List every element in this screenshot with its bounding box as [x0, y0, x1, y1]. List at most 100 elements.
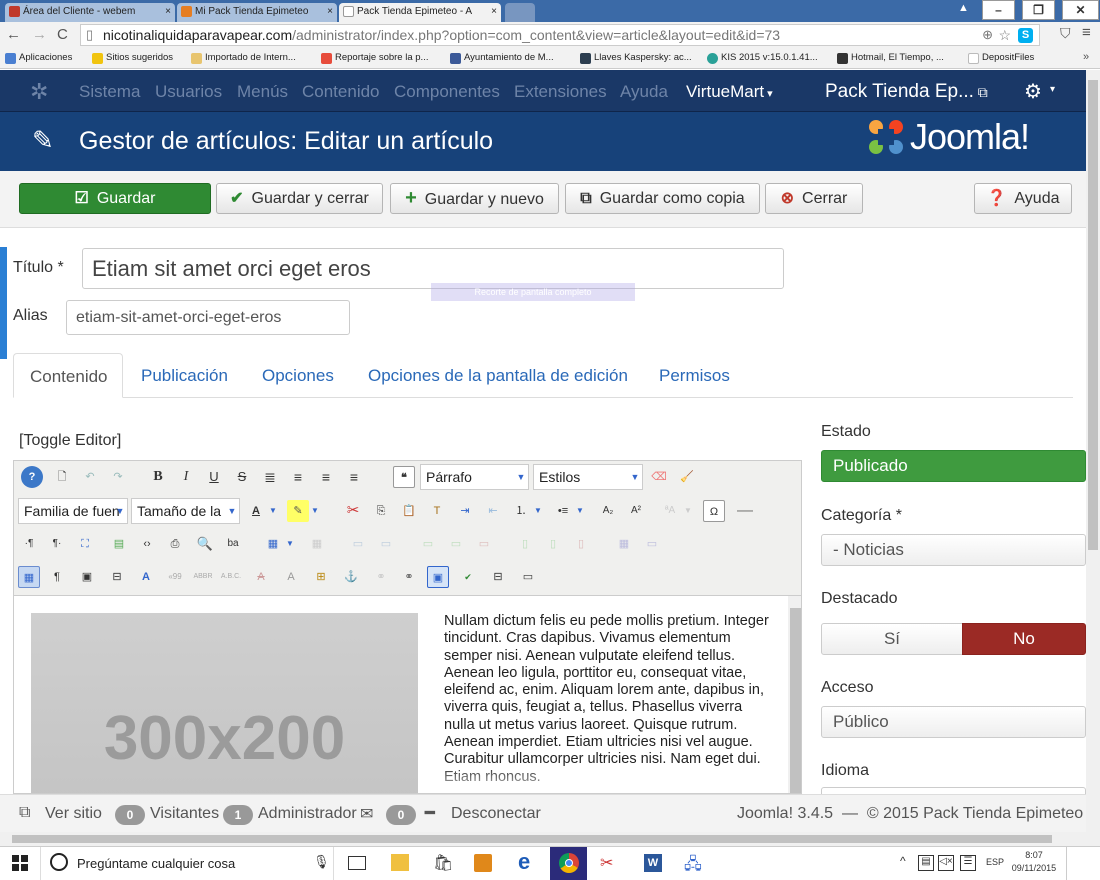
insert-layer-icon[interactable]: ▣	[76, 566, 98, 588]
acceso-select[interactable]: Público	[821, 706, 1086, 738]
new-document-icon[interactable]: 🗋	[51, 466, 73, 488]
url-field[interactable]: ▯ nicotinaliquidaparavapear.com/administ…	[80, 24, 1040, 46]
eraser-icon[interactable]: ⌫	[648, 466, 670, 488]
windows-start-icon[interactable]	[12, 855, 28, 871]
bookmark-item[interactable]: Importado de Intern...	[191, 52, 296, 64]
save-copy-button[interactable]: ⧉ Guardar como copia	[565, 183, 760, 214]
tab-permisos[interactable]: Permisos	[659, 366, 730, 386]
underline-icon[interactable]: U	[203, 466, 225, 488]
editor-scroll-thumb[interactable]	[790, 608, 801, 793]
destacado-si-button[interactable]: Sí	[821, 623, 963, 655]
readmore-icon[interactable]: ▭	[517, 566, 539, 588]
chrome-taskbar-button[interactable]	[550, 847, 587, 880]
numbered-list-icon[interactable]: ⒈	[510, 500, 532, 522]
align-justify-icon[interactable]: ≣	[259, 466, 281, 488]
file-explorer-icon[interactable]	[391, 854, 409, 871]
format-select[interactable]: Párrafo ▼	[420, 464, 529, 490]
menu-icon[interactable]: ≡	[1082, 24, 1091, 41]
align-right-icon[interactable]: ≡	[343, 466, 365, 488]
edge-icon[interactable]: e	[518, 849, 530, 875]
ins-icon[interactable]: A	[280, 566, 302, 588]
editor-content[interactable]: 300x200 Nullam dictum felis eu pede moll…	[13, 596, 802, 794]
browser-tab-2[interactable]: Mi Pack Tienda Epimeteo ×	[177, 3, 337, 22]
restore-button[interactable]: ❐	[1022, 0, 1055, 20]
fullscreen-icon[interactable]: ⛶	[74, 533, 96, 555]
logout-link[interactable]: Desconectar	[451, 805, 541, 823]
text-color-icon[interactable]: A	[245, 500, 267, 522]
pagebreak-icon[interactable]: ⊟	[487, 566, 509, 588]
bookmark-item[interactable]: Reportaje sobre la p...	[321, 52, 428, 64]
tray-arrow-icon[interactable]: ^	[900, 854, 906, 868]
highlight-icon[interactable]: ✎	[287, 500, 309, 522]
joomla-logo-icon[interactable]: ✲	[30, 79, 48, 105]
bold-icon[interactable]: B	[147, 466, 169, 488]
toggle-editor-link[interactable]: [Toggle Editor]	[19, 432, 121, 450]
undo-icon[interactable]: ↶	[79, 466, 101, 488]
categoria-select[interactable]: - Noticias	[821, 534, 1086, 566]
acronym-icon[interactable]: A.B.C.	[220, 566, 242, 588]
action-center-icon[interactable]	[1066, 847, 1100, 880]
task-view-icon[interactable]	[348, 856, 366, 870]
editor-scrollbar[interactable]	[788, 596, 801, 793]
more-bookmarks-icon[interactable]: »	[1083, 51, 1089, 63]
blockquote-icon[interactable]: ❝	[393, 466, 415, 488]
gear-icon[interactable]: ⚙	[1024, 79, 1042, 104]
cut-icon[interactable]: ✂	[342, 500, 364, 522]
zoom-icon[interactable]: ⊕	[982, 25, 993, 45]
clock[interactable]: 8:07 09/11/2015	[1010, 849, 1058, 875]
nav-componentes[interactable]: Componentes	[394, 82, 500, 102]
destacado-no-button[interactable]: No	[962, 623, 1086, 655]
rtl-icon[interactable]: ¶·	[46, 533, 68, 555]
h-scroll-thumb[interactable]	[12, 835, 1052, 843]
caret-down-icon[interactable]: ▾	[1050, 84, 1055, 95]
dropdown-arrow-icon[interactable]: ▼	[532, 500, 544, 522]
tray-notification-icon[interactable]: ☰	[960, 855, 976, 871]
subscript-icon[interactable]: A₂	[597, 500, 619, 522]
tray-volume-icon[interactable]: ◁×	[938, 855, 954, 871]
cortana-search-box[interactable]: Pregúntame cualquier cosa 🎙	[40, 847, 334, 880]
nav-sistema[interactable]: Sistema	[79, 82, 140, 102]
star-icon[interactable]: ☆	[998, 25, 1011, 45]
close-button[interactable]: ⊗ Cerrar	[765, 183, 863, 214]
abbr-icon[interactable]: ABBR	[192, 566, 214, 588]
bookmark-item[interactable]: Sitios sugeridos	[92, 52, 173, 64]
minimize-button[interactable]: –	[982, 0, 1015, 20]
nav-usuarios[interactable]: Usuarios	[155, 82, 222, 102]
strikethrough-icon[interactable]: S	[231, 466, 253, 488]
tray-network-icon[interactable]: ▤	[918, 855, 934, 871]
nav-ayuda[interactable]: Ayuda	[620, 82, 668, 102]
redo-icon[interactable]: ↷	[107, 466, 129, 488]
superscript-icon[interactable]: A²	[625, 500, 647, 522]
insert-table-icon[interactable]: ▦	[262, 533, 284, 555]
spellcheck-icon[interactable]: ✔	[457, 566, 479, 588]
font-size-select[interactable]: Tamaño de la ▼	[131, 498, 240, 524]
print-icon[interactable]: ⎙	[164, 533, 186, 555]
language-indicator[interactable]: ESP	[986, 857, 1004, 867]
dropdown-arrow-icon[interactable]: ▼	[574, 500, 586, 522]
profile-icon[interactable]: ▲	[958, 2, 969, 14]
align-left-icon[interactable]: ≡	[315, 466, 337, 488]
snipping-tool-icon[interactable]: ✂	[600, 853, 613, 873]
new-tab-button[interactable]	[505, 3, 535, 22]
save-button[interactable]: ☑ Guardar	[19, 183, 211, 214]
tab-contenido[interactable]: Contenido	[13, 353, 123, 398]
help-icon[interactable]: ?	[21, 466, 43, 488]
tab-close-icon[interactable]: ×	[327, 3, 333, 21]
tab-close-icon[interactable]: ×	[165, 3, 171, 21]
back-icon[interactable]: ←	[6, 26, 21, 43]
visual-aid-icon[interactable]: ▦	[18, 566, 40, 588]
template-icon[interactable]: ▤	[108, 533, 130, 555]
close-window-button[interactable]: ✕	[1062, 0, 1099, 20]
bookmark-item[interactable]: Llaves Kaspersky: ac...	[580, 52, 692, 64]
extension-icon[interactable]: ⛉	[1060, 25, 1071, 42]
replace-icon[interactable]: ba	[222, 533, 244, 555]
nav-virtuemart[interactable]: VirtueMart ▾	[686, 82, 773, 102]
bullet-list-icon[interactable]: •≡	[552, 500, 574, 522]
copy-icon[interactable]: ⎘	[370, 500, 392, 522]
browser-tab-3[interactable]: Pack Tienda Epimeteo - A ×	[339, 3, 501, 22]
italic-icon[interactable]: I	[175, 466, 197, 488]
anchor-icon[interactable]: ⚓	[340, 566, 362, 588]
alias-input[interactable]: etiam-sit-amet-orci-eget-eros	[66, 300, 350, 335]
dropdown-arrow-icon[interactable]: ▼	[309, 500, 321, 522]
messages-badge[interactable]: 0	[386, 805, 416, 825]
